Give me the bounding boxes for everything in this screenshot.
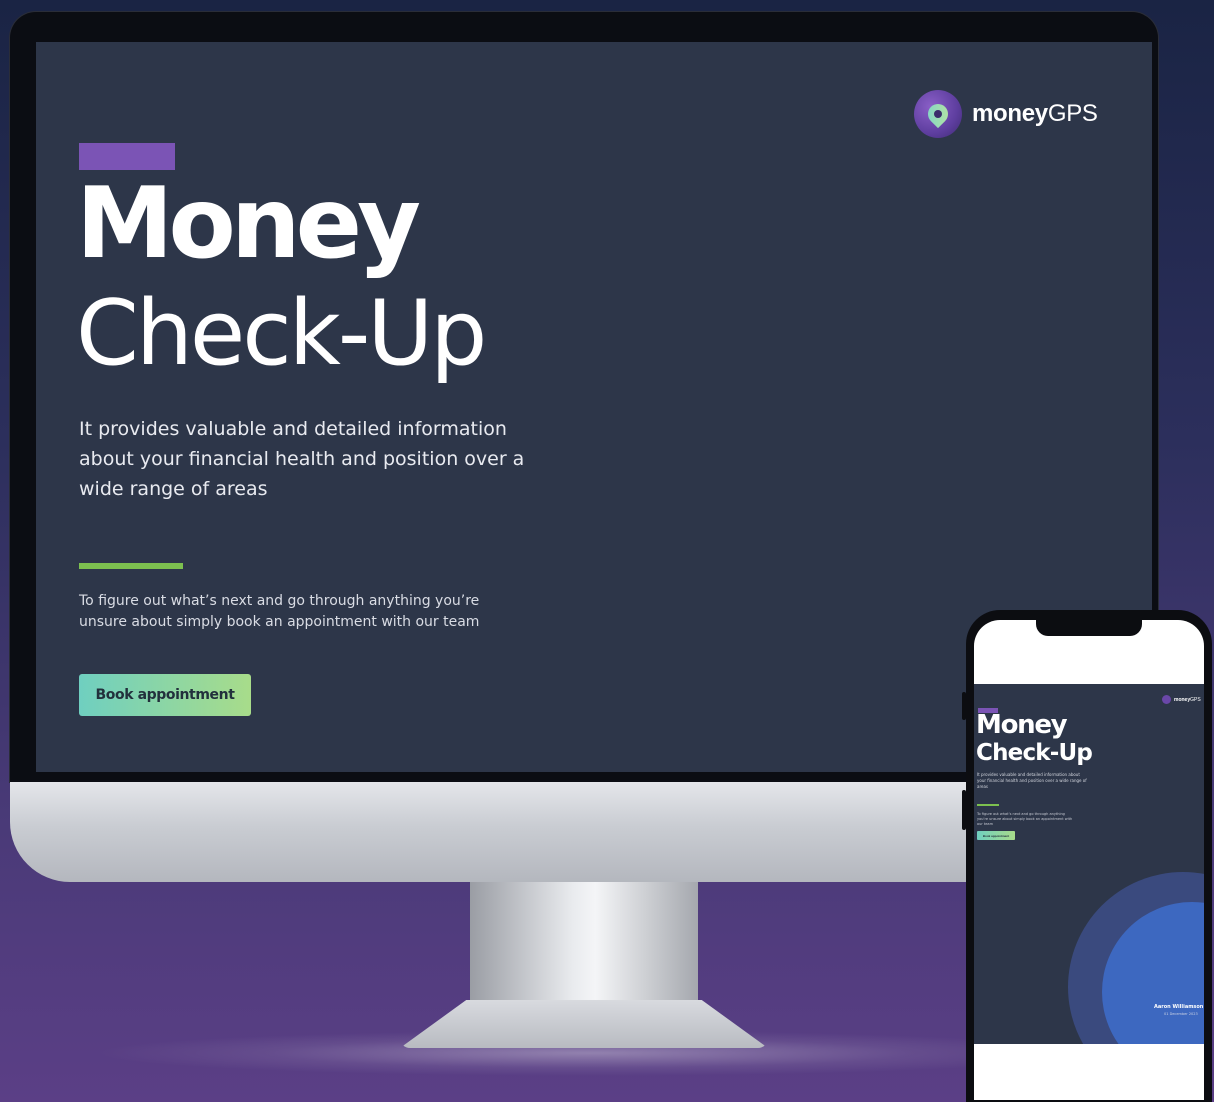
moneygps-logo[interactable]: moneyGPS: [914, 90, 1098, 138]
logo-wordmark: moneyGPS: [972, 100, 1098, 127]
purple-accent-bar: [79, 143, 175, 170]
phone-side-button: [962, 692, 966, 720]
mobile-green-accent-bar: [977, 804, 999, 806]
mobile-book-appointment-button[interactable]: Book appointment: [977, 831, 1015, 840]
page-title-line-2: Check-Up: [76, 281, 487, 386]
book-appointment-button[interactable]: Book appointment: [79, 674, 251, 716]
map-pin-icon: [1162, 695, 1171, 704]
map-pin-icon: [914, 90, 962, 138]
mobile-cta-paragraph: To figure out what’s next and go through…: [977, 812, 1073, 826]
mobile-title-line-1: Money: [976, 710, 1068, 740]
monitor-stand-base: [400, 1000, 768, 1048]
monitor-stand-neck: [470, 882, 698, 1002]
mobile-title-line-2: Check-Up: [976, 740, 1093, 766]
intro-paragraph: It provides valuable and detailed inform…: [79, 418, 525, 500]
phone-volume-button: [962, 790, 966, 830]
phone-frame: moneyGPS Money Check-Up It provides valu…: [962, 610, 1212, 1102]
mobile-moneygps-logo[interactable]: moneyGPS: [1162, 695, 1201, 704]
green-accent-bar: [79, 563, 183, 569]
mobile-intro-paragraph: It provides valuable and detailed inform…: [977, 772, 1087, 789]
mobile-author-name: Aaron Williamson: [1154, 1004, 1204, 1010]
mobile-date: 01 December 2023: [1164, 1012, 1198, 1016]
phone-screen: moneyGPS Money Check-Up It provides valu…: [974, 620, 1204, 1100]
cta-paragraph: To figure out what’s next and go through…: [79, 593, 480, 630]
page-title-line-1: Money: [76, 167, 421, 281]
mobile-logo-wordmark: moneyGPS: [1174, 696, 1201, 703]
phone-page: moneyGPS Money Check-Up It provides valu…: [974, 684, 1204, 1044]
phone-notch: [1036, 620, 1142, 636]
